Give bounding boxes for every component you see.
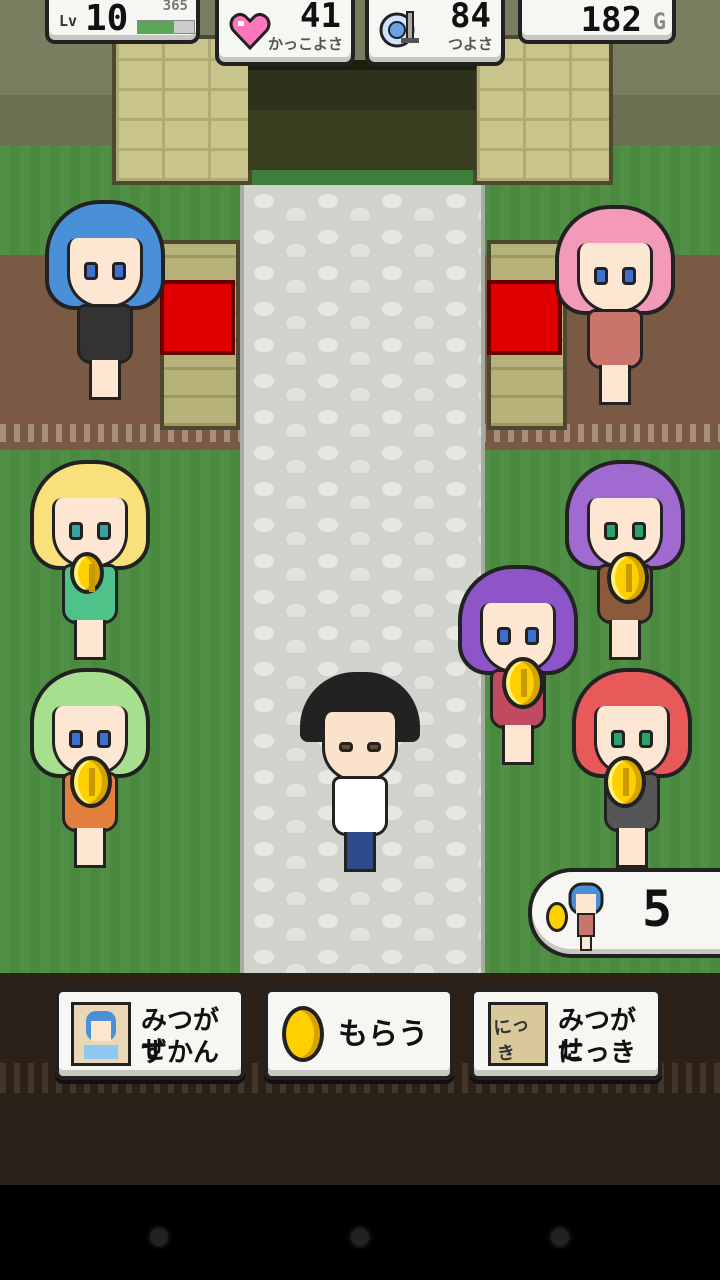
gold-panel: 182 G	[518, 0, 676, 44]
charm-label: かっこよさ	[267, 35, 343, 53]
power-panel: 84 つよさ	[365, 0, 505, 66]
power-value: 84	[450, 0, 491, 36]
nav-home-button[interactable]	[351, 1228, 369, 1246]
gold-unit: G	[652, 10, 666, 35]
coin-icon	[70, 756, 112, 808]
charm-panel: 41 かっこよさ	[215, 0, 355, 66]
girl-icon	[568, 882, 604, 951]
temple-entrance	[248, 60, 476, 170]
exp-value: 365	[162, 0, 188, 14]
level-value: 10	[85, 0, 129, 39]
nav-back-button[interactable]	[150, 1228, 168, 1246]
coin-icon	[70, 552, 104, 594]
level-label: Lv	[59, 12, 78, 30]
coin-icon	[607, 552, 649, 604]
coin-icon	[604, 756, 646, 808]
exp-bar	[137, 20, 195, 34]
zukan-button[interactable]: みつがせ ずかん	[55, 988, 245, 1080]
gold-value: 182	[580, 0, 642, 40]
coin-icon	[282, 1006, 324, 1062]
power-label: つよさ	[447, 35, 493, 53]
receive-label: もらう	[338, 1017, 428, 1052]
level-panel: Lv 10 365	[45, 0, 200, 44]
coin-icon	[502, 657, 544, 709]
exp-fill	[138, 21, 175, 33]
nav-recents-button[interactable]	[551, 1228, 569, 1246]
zukan-label-line2: ずかん	[141, 1038, 220, 1068]
diary-label-line2: にっき	[558, 1038, 637, 1068]
diary-button[interactable]: にっき みつがせ にっき	[470, 988, 662, 1080]
charm-value: 41	[300, 0, 341, 36]
found-count: 5	[642, 880, 673, 938]
receive-button[interactable]: もらう	[264, 988, 454, 1080]
heart-icon	[229, 12, 271, 50]
game-stage: Lv 10 365 41 かっこよさ 84 つよさ 182 G 5 みつがせ ず…	[0, 0, 720, 1185]
throne-cushion-left	[160, 280, 235, 355]
sword-shield-icon	[379, 11, 419, 48]
diary-note-icon: にっき	[488, 1002, 548, 1066]
throne-cushion-right	[487, 280, 562, 355]
found-girls-counter[interactable]: 5	[528, 868, 720, 958]
coin-icon	[546, 902, 568, 932]
portrait-card-icon	[71, 1002, 131, 1066]
